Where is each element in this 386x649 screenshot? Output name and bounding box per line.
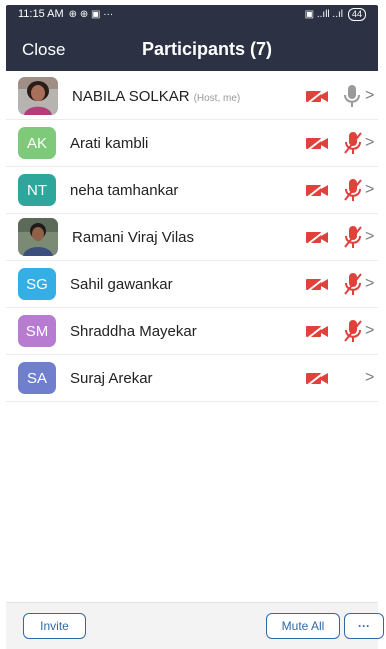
participant-name: NABILA SOLKAR (Host, me) xyxy=(72,87,241,105)
chevron-right-icon[interactable]: > xyxy=(365,134,374,152)
notification-icons: ⊕ ⊕ ▣ ··· xyxy=(68,8,114,20)
participant-name: Suraj Arekar xyxy=(70,369,153,387)
mic-muted-icon xyxy=(343,272,363,301)
status-left: 11:15 AM ⊕ ⊕ ▣ ··· xyxy=(18,8,113,20)
avatar: AK xyxy=(18,127,56,159)
participant-row[interactable]: NABILA SOLKAR (Host, me) > xyxy=(6,73,378,120)
chevron-right-icon[interactable]: > xyxy=(365,228,374,246)
participant-row[interactable]: SM Shraddha Mayekar > xyxy=(6,308,378,355)
chevron-right-icon[interactable]: > xyxy=(365,322,374,340)
participant-row[interactable]: NT neha tamhankar > xyxy=(6,167,378,214)
avatar: NT xyxy=(18,174,56,206)
mic-muted-icon xyxy=(343,319,363,348)
chevron-right-icon[interactable]: > xyxy=(365,275,374,293)
avatar xyxy=(18,218,58,256)
avatar: SA xyxy=(18,362,56,394)
mic-muted-icon xyxy=(343,131,363,160)
video-off-icon xyxy=(305,229,329,250)
bottom-toolbar: Invite Mute All ··· xyxy=(6,602,384,649)
mute-all-button[interactable]: Mute All xyxy=(266,613,340,639)
participant-name: Arati kambli xyxy=(70,134,149,152)
participant-list: NABILA SOLKAR (Host, me) > AK Arati kambl… xyxy=(6,73,378,402)
host-tag: (Host, me) xyxy=(193,92,241,104)
video-off-icon xyxy=(305,135,329,156)
signal-icon: ▣ ..ıll ..ıl xyxy=(304,8,343,20)
microphone-icon xyxy=(343,84,361,113)
video-off-icon xyxy=(305,276,329,297)
mic-muted-icon xyxy=(343,178,363,207)
participant-row[interactable]: Ramani Viraj Vilas > xyxy=(6,214,378,261)
participant-name: Ramani Viraj Vilas xyxy=(72,228,194,246)
mic-muted-icon xyxy=(343,225,363,254)
page-title: Participants (7) xyxy=(141,39,273,59)
participant-name: Shraddha Mayekar xyxy=(70,322,197,340)
status-bar: 11:15 AM ⊕ ⊕ ▣ ··· ▣ ..ıll ..ıl 44 xyxy=(6,5,378,23)
chevron-right-icon[interactable]: > xyxy=(365,87,374,105)
status-time: 11:15 AM xyxy=(18,8,64,20)
header: Close Participants (7) xyxy=(6,23,378,71)
participant-name: Sahil gawankar xyxy=(70,275,173,293)
video-off-icon xyxy=(305,370,329,391)
status-right: ▣ ..ıll ..ıl 44 xyxy=(304,7,366,21)
chevron-right-icon[interactable]: > xyxy=(365,181,374,199)
participant-row[interactable]: SA Suraj Arekar > xyxy=(6,355,378,402)
avatar: SG xyxy=(18,268,56,300)
video-off-icon xyxy=(305,323,329,344)
participant-name: neha tamhankar xyxy=(70,181,179,199)
participant-row[interactable]: SG Sahil gawankar > xyxy=(6,261,378,308)
video-off-icon xyxy=(305,182,329,203)
battery-icon: 44 xyxy=(347,7,366,21)
avatar xyxy=(18,77,58,115)
chevron-right-icon[interactable]: > xyxy=(365,369,374,387)
video-off-icon xyxy=(305,88,329,109)
participant-row[interactable]: AK Arati kambli > xyxy=(6,120,378,167)
more-options-button[interactable]: ··· xyxy=(344,613,384,639)
avatar: SM xyxy=(18,315,56,347)
invite-button[interactable]: Invite xyxy=(23,613,86,639)
